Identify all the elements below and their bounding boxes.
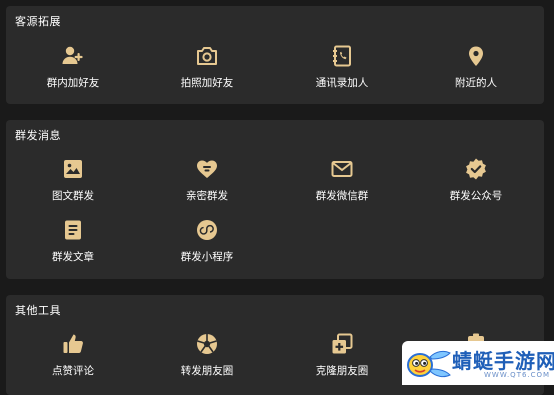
contacts-book-icon xyxy=(333,45,351,67)
tile-broadcast-mini-programs[interactable]: 群发小程序 xyxy=(140,218,274,276)
aperture-icon xyxy=(197,334,217,354)
tile-label: 附近的人 xyxy=(455,77,497,89)
article-icon xyxy=(65,220,81,240)
tile-broadcast-official-accounts[interactable]: 群发公众号 xyxy=(409,157,543,215)
tile-broadcast-articles[interactable]: 群发文章 xyxy=(6,218,140,276)
section-card-mass-messaging: 群发消息 图文群发 亲密群发 群发微信群 群发公众号 群发文章 群发小程序 xyxy=(6,120,544,279)
site-watermark: 蜻蜓手游网 WWW.QT6.COM xyxy=(402,341,554,385)
watermark-site-name: 蜻蜓手游网 xyxy=(452,349,554,373)
image-text-icon xyxy=(64,160,82,178)
tile-contacts-add[interactable]: 通讯录加人 xyxy=(275,44,409,102)
verified-badge-icon xyxy=(466,158,486,180)
mini-program-icon xyxy=(197,220,217,240)
envelope-icon xyxy=(331,161,353,177)
tile-label: 群发文章 xyxy=(52,251,94,263)
tile-photo-add-friend[interactable]: 拍照加好友 xyxy=(140,44,274,102)
clone-icon xyxy=(332,333,353,354)
tile-label: 点赞评论 xyxy=(52,365,94,377)
tile-label: 群内加好友 xyxy=(46,77,100,89)
tile-label: 通讯录加人 xyxy=(315,77,369,89)
tile-intimate-broadcast[interactable]: 亲密群发 xyxy=(140,157,274,215)
thumbs-up-icon xyxy=(63,334,83,353)
tile-label: 群发微信群 xyxy=(315,190,369,202)
tile-broadcast-wechat-groups[interactable]: 群发微信群 xyxy=(275,157,409,215)
tile-add-group-friends[interactable]: 群内加好友 xyxy=(6,44,140,102)
tile-like-comment[interactable]: 点赞评论 xyxy=(6,332,140,390)
tile-label: 群发公众号 xyxy=(449,190,503,202)
watermark-url: WWW.QT6.COM xyxy=(484,371,551,379)
tile-forward-moments[interactable]: 转发朋友圈 xyxy=(140,332,274,390)
tile-label: 图文群发 xyxy=(52,190,94,202)
tile-image-text-broadcast[interactable]: 图文群发 xyxy=(6,157,140,215)
add-friend-icon xyxy=(62,46,83,64)
camera-icon xyxy=(197,47,217,65)
tile-nearby-people[interactable]: 附近的人 xyxy=(409,44,543,102)
tile-label: 转发朋友圈 xyxy=(180,365,234,377)
tile-clone-moments[interactable]: 克隆朋友圈 xyxy=(275,332,409,390)
dragonfly-logo-icon xyxy=(407,350,451,378)
tile-label: 拍照加好友 xyxy=(180,77,234,89)
tile-label: 群发小程序 xyxy=(180,251,234,263)
tile-label: 克隆朋友圈 xyxy=(315,365,369,377)
location-pin-icon xyxy=(469,46,483,66)
section-card-customer-expansion: 客源拓展 群内加好友 拍照加好友 通讯录加人 附近的人 xyxy=(6,6,544,104)
tile-label: 亲密群发 xyxy=(186,190,228,202)
heart-chat-icon xyxy=(197,160,217,178)
